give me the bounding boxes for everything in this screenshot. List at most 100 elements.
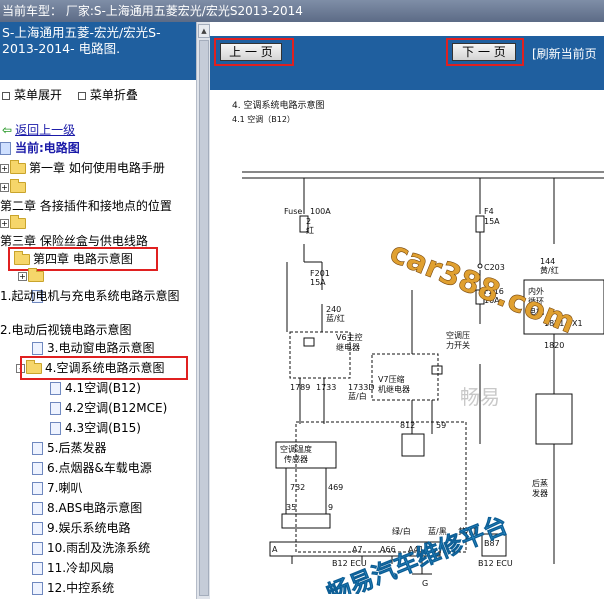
page-icon [50,422,61,435]
refresh-page-link[interactable]: [刷新当前页 [532,45,597,62]
page-icon [32,342,43,355]
content-panel: 上 一 页 下 一 页 [刷新当前页 4. 空调系统电路示意图 4.1 空调（B… [210,22,604,599]
left-panel-scrollbar[interactable]: ▲ [196,22,210,599]
top-bar: 当前车型： 厂家:S-上海通用五菱宏光/宏光S2013-2014 [0,0,604,22]
svg-text:15A: 15A [484,217,500,226]
expand-icon [2,91,10,100]
page-icon [32,482,43,495]
collapse-icon [77,91,86,100]
tree-item-s42[interactable]: 4.2空调(B12MCE) [50,399,167,417]
tree-item-s5[interactable]: 5.后蒸发器 [32,439,106,457]
tree-item-s8[interactable]: 8.ABS电路示意图 [32,499,142,517]
svg-text:2: 2 [306,217,311,226]
page-icon [32,582,43,595]
svg-text:蓝/红: 蓝/红 [326,313,345,323]
left-panel: S-上海通用五菱-宏光/宏光S-2013-2014- 电路图. 菜单展开 菜单折… [0,22,196,599]
tree-item-s9[interactable]: 9.娱乐系统电路 [32,519,130,537]
svg-text:蓝/白: 蓝/白 [348,391,367,401]
expand-plus-icon[interactable]: + [0,183,9,192]
svg-text:1789: 1789 [290,383,310,392]
page-icon [50,402,61,415]
svg-text:100A: 100A [310,207,331,216]
scroll-up-arrow-icon[interactable]: ▲ [198,24,210,38]
svg-text:黄/红: 黄/红 [540,265,559,275]
watermark-url: car388.com [385,235,580,341]
svg-text:绿/白: 绿/白 [392,526,411,536]
svg-text:力开关: 力开关 [446,340,470,350]
menu-expand-button[interactable]: 菜单展开 [2,88,62,102]
tree-item-s11[interactable]: 11.冷却风扇 [32,559,114,577]
tree-item-s3[interactable]: 3.电动窗电路示意图 [32,339,154,357]
tree-item-s7[interactable]: 7.喇叭 [32,479,82,497]
tree-item-folder[interactable]: + [0,178,29,196]
tree-item-subfolder[interactable]: + [18,267,47,285]
svg-text:F4: F4 [484,207,494,216]
svg-text:1820: 1820 [544,341,564,350]
menu-toggle-row: 菜单展开 菜单折叠 [2,86,150,102]
page-icon [32,502,43,515]
svg-text:B12 ECU: B12 ECU [478,559,513,568]
tree-item-s1[interactable]: 1.起动电机与充电系统电路示意图 [0,287,179,305]
tree-item-s41[interactable]: 4.1空调(B12) [50,379,141,397]
v6-relay-label: V6主控 [336,332,363,342]
svg-text:35: 35 [286,503,296,512]
diagram-section-title: 4. 空调系统电路示意图 [232,99,324,111]
highlight-box-next [446,38,524,66]
svg-text:A7: A7 [352,545,363,554]
expand-plus-icon[interactable]: + [0,219,9,228]
tree-item-s6[interactable]: 6.点烟器&车载电源 [32,459,152,477]
menu-collapse-button[interactable]: 菜单折叠 [77,88,138,102]
tree-item-s12[interactable]: 12.中控系统 [32,579,114,597]
expand-plus-icon[interactable]: + [18,272,27,281]
tree-item-folder-2[interactable]: + [0,214,29,232]
svg-text:144: 144 [540,257,555,266]
highlight-box-s4 [20,356,188,380]
tree-item-s2[interactable]: 2.电动后视镜电路示意图 [0,321,131,339]
svg-text:A66: A66 [380,545,396,554]
svg-text:传感器: 传感器 [284,454,308,464]
svg-text:812: 812 [400,421,415,430]
temp-sensor-label: 空调温度 [280,444,312,454]
svg-text:发器: 发器 [532,488,548,498]
current-model-label: 当前车型： 厂家:S-上海通用五菱宏光/宏光S2013-2014 [2,4,303,18]
page-icon [32,462,43,475]
folder-icon [10,160,26,174]
v7-relay-label: V7压缩 [378,374,405,384]
svg-text:F201: F201 [310,269,330,278]
left-panel-title: S-上海通用五菱-宏光/宏光S-2013-2014- 电路图. [0,22,196,80]
svg-text:机继电器: 机继电器 [378,384,410,394]
folder-icon [10,215,26,229]
watermark-brand: 畅易 [460,385,500,409]
rear-evaporator-label: 后蒸 [532,478,548,488]
expand-plus-icon[interactable]: + [0,164,9,173]
highlight-box-prev [214,38,294,66]
svg-text:469: 469 [328,483,343,492]
tree-item-s43[interactable]: 4.3空调(B15) [50,419,141,437]
page-icon [50,382,61,395]
svg-text:732: 732 [290,483,305,492]
page-icon [32,522,43,535]
svg-text:59: 59 [436,421,446,430]
tree-item-ch1[interactable]: + 第一章 如何使用电路手册 [0,159,165,177]
circuit-diagram: 4. 空调系统电路示意图 4.1 空调（B12） Fuse 100A 2 红 F… [232,94,604,594]
svg-text:G: G [422,579,428,588]
svg-text:红: 红 [306,225,314,235]
diagram-subsection-title: 4.1 空调（B12） [232,114,295,124]
page-icon [32,562,43,575]
page-icon [32,542,43,555]
current-page-icon [0,142,11,155]
page-icon [32,442,43,455]
tree-item-ch2[interactable]: 第二章 各接插件和接地点的位置 [0,197,172,215]
folder-icon [28,268,44,282]
back-arrow-icon: ⇦ [2,123,13,137]
svg-text:1733: 1733 [316,383,336,392]
svg-text:9: 9 [328,503,333,512]
svg-text:1733D: 1733D [348,383,375,392]
folder-icon [10,179,26,193]
back-link[interactable]: ⇦ 返回上一级 [2,121,75,139]
svg-text:240: 240 [326,305,341,314]
scroll-thumb[interactable] [199,40,209,596]
pressure-switch-label: 空调压 [446,330,470,340]
svg-text:15A: 15A [310,278,326,287]
tree-item-s10[interactable]: 10.雨刮及洗涤系统 [32,539,150,557]
